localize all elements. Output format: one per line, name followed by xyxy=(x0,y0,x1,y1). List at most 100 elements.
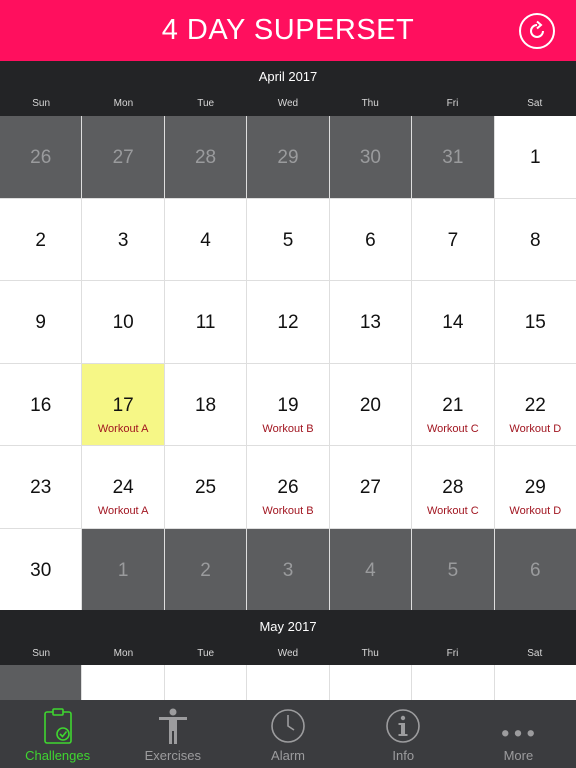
day-number: 16 xyxy=(30,394,52,416)
day-number: 23 xyxy=(30,477,52,498)
calendar-day-cell[interactable]: 3 xyxy=(82,198,164,280)
info-icon xyxy=(386,709,421,743)
calendar-day-cell[interactable]: 20 xyxy=(329,363,412,445)
weekday-header-april: Sun Mon Tue Wed Thu Fri Sat xyxy=(0,92,576,116)
calendar-day-cell[interactable] xyxy=(329,665,412,700)
day-number: 21 xyxy=(442,394,464,416)
calendar-day-cell[interactable] xyxy=(412,665,494,700)
weekday-label: Fri xyxy=(446,98,459,109)
calendar-day-cell[interactable]: 16 xyxy=(0,363,82,445)
day-number: 2 xyxy=(35,229,46,251)
calendar-grid-may-partial xyxy=(0,665,576,700)
day-number: 30 xyxy=(30,559,52,581)
day-number: 26 xyxy=(277,477,299,498)
day-number: 6 xyxy=(365,229,376,251)
calendar-day-cell[interactable]: 29 Workout D xyxy=(494,446,576,528)
calendar-day-cell[interactable]: 15 xyxy=(494,281,576,363)
day-number: 3 xyxy=(117,229,129,251)
day-number: 7 xyxy=(447,229,459,251)
tab-challenges[interactable]: Challenges xyxy=(0,700,115,768)
calendar-day-cell[interactable]: 26 xyxy=(0,116,82,198)
calendar-day-cell[interactable] xyxy=(82,665,164,700)
calendar-day-cell[interactable]: 2 xyxy=(0,198,82,280)
day-number: 30 xyxy=(359,147,381,168)
workout-label: Workout A xyxy=(97,422,149,435)
calendar-day-cell[interactable]: 22 Workout D xyxy=(494,363,576,445)
calendar-day-cell[interactable]: 5 xyxy=(412,528,494,610)
calendar-day-cell[interactable]: 8 xyxy=(494,198,576,280)
calendar-day-cell[interactable]: 12 xyxy=(247,281,329,363)
calendar-day-cell[interactable] xyxy=(494,665,576,700)
calendar-day-cell[interactable]: 3 xyxy=(247,528,329,610)
calendar-day-cell[interactable] xyxy=(164,665,247,700)
calendar-day-cell[interactable]: 28 xyxy=(164,116,247,198)
calendar-day-cell[interactable]: 6 xyxy=(494,528,576,610)
weekday-header-may: Sun Mon Tue Wed Thu Fri Sat xyxy=(0,642,576,666)
day-number: 20 xyxy=(359,394,381,416)
calendar-day-cell[interactable]: 9 xyxy=(0,281,82,363)
tab-more[interactable]: More xyxy=(461,700,576,768)
day-number: 4 xyxy=(200,229,211,251)
weekday-label: Tue xyxy=(197,648,215,659)
calendar-day-cell[interactable]: 10 xyxy=(82,281,164,363)
workout-label: Workout B xyxy=(262,422,314,435)
calendar-day-cell[interactable]: 5 xyxy=(247,198,329,280)
refresh-icon xyxy=(530,20,544,38)
tab-alarm[interactable]: Alarm xyxy=(230,700,345,768)
calendar-day-cell[interactable] xyxy=(247,665,329,700)
weekday-label: Tue xyxy=(197,98,215,109)
calendar-day-cell[interactable] xyxy=(0,665,82,700)
calendar-day-cell[interactable]: 14 xyxy=(412,281,494,363)
calendar-day-cell[interactable]: 2 xyxy=(164,528,247,610)
calendar-day-cell[interactable]: 29 xyxy=(247,116,329,198)
calendar-day-cell[interactable]: 6 xyxy=(329,198,412,280)
workout-label: Workout A xyxy=(97,505,149,517)
calendar-day-cell[interactable]: 30 xyxy=(0,528,82,610)
workout-label: Workout D xyxy=(509,422,562,435)
calendar-day-cell[interactable]: 28 Workout C xyxy=(412,446,494,528)
person-icon xyxy=(158,708,187,744)
calendar-day-cell[interactable]: 21 Workout C xyxy=(412,363,494,445)
calendar-day-cell[interactable]: 24 Workout A xyxy=(82,446,164,528)
calendar-day-cell[interactable]: 31 xyxy=(412,116,494,198)
calendar-day-cell[interactable]: 1 xyxy=(82,528,164,610)
tab-label: Exercises xyxy=(144,748,201,763)
day-number: 15 xyxy=(524,312,546,333)
calendar-day-cell[interactable]: 27 xyxy=(82,116,164,198)
calendar-day-cell[interactable]: 19 Workout B xyxy=(247,363,329,445)
day-number: 25 xyxy=(194,477,217,498)
refresh-button[interactable] xyxy=(519,13,555,49)
day-number: 13 xyxy=(359,312,381,333)
day-number: 1 xyxy=(117,559,129,581)
day-number: 10 xyxy=(112,312,134,333)
day-number: 6 xyxy=(529,559,541,581)
clipboard-check-icon xyxy=(43,708,72,744)
calendar-day-cell-selected[interactable]: 17 Workout A xyxy=(82,363,164,445)
clock-icon xyxy=(271,709,305,743)
calendar-day-cell[interactable]: 23 xyxy=(0,446,82,528)
day-number: 19 xyxy=(277,394,299,416)
calendar-day-cell[interactable]: 4 xyxy=(164,198,247,280)
calendar-day-cell[interactable]: 18 xyxy=(164,363,247,445)
workout-label: Workout C xyxy=(426,505,479,517)
calendar-grid-april: 26 27 28 29 30 31 1 2 3 4 5 6 7 8 9 10 11 12 13 14 15 16 17 Wor… xyxy=(0,116,576,610)
weekday-label: Sat xyxy=(527,648,543,659)
calendar-day-cell[interactable]: 7 xyxy=(412,198,494,280)
calendar-day-cell[interactable]: 27 xyxy=(329,446,412,528)
tab-exercises[interactable]: Exercises xyxy=(115,700,230,768)
tab-info[interactable]: Info xyxy=(346,700,461,768)
day-number: 29 xyxy=(524,477,546,498)
workout-label: Workout D xyxy=(509,505,562,517)
tab-label: Alarm xyxy=(271,748,305,763)
day-number: 24 xyxy=(112,477,134,498)
calendar-day-cell[interactable]: 1 xyxy=(494,116,576,198)
calendar-day-cell[interactable]: 4 xyxy=(329,528,412,610)
calendar-day-cell[interactable]: 30 xyxy=(329,116,412,198)
day-number: 4 xyxy=(365,559,376,581)
calendar-day-cell[interactable]: 13 xyxy=(329,281,412,363)
calendar-day-cell[interactable]: 26 Workout B xyxy=(247,446,329,528)
calendar-day-cell[interactable]: 11 xyxy=(164,281,247,363)
calendar-day-cell[interactable]: 25 xyxy=(164,446,247,528)
app-header: 4 DAY SUPERSET xyxy=(0,0,576,61)
day-number: 9 xyxy=(35,312,46,333)
